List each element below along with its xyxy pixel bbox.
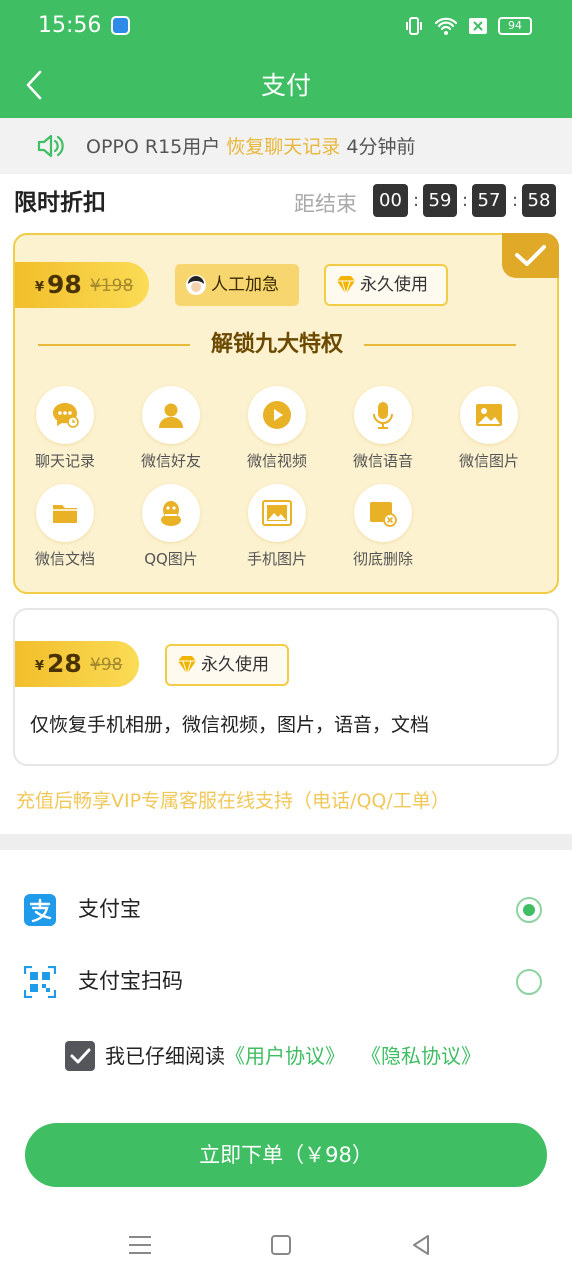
agreement-prefix: 我已仔细阅读 [105, 1044, 225, 1068]
divider-line [364, 344, 516, 346]
home-key-icon[interactable] [266, 1232, 296, 1258]
feature-label: 微信好友 [140, 452, 201, 470]
countdown-sep: : [512, 190, 519, 211]
diamond-icon [337, 276, 355, 295]
feature-label: 微信语音 [352, 452, 413, 470]
alipay-icon [24, 894, 56, 926]
payment-label: 支付宝扫码 [78, 969, 183, 993]
feature-wechat-voice: 微信语音 [338, 386, 428, 476]
radio-alipay[interactable] [516, 897, 542, 923]
vibrate-icon [406, 17, 422, 35]
permanent-use-badge[interactable]: 永久使用 [324, 264, 448, 306]
vip-support-note: 充值后畅享VIP专属客服在线支持（电话/QQ/工单） [16, 790, 450, 812]
gallery-icon [248, 484, 306, 542]
video-play-icon [248, 386, 306, 444]
qr-code-icon [24, 966, 56, 998]
original-price: ¥198 [90, 276, 134, 296]
battery-icon: 94 [498, 17, 532, 35]
feature-chat-records: 聊天记录 [20, 386, 110, 476]
qq-penguin-icon [142, 484, 200, 542]
back-key-icon[interactable] [406, 1232, 436, 1258]
feature-wechat-friends: 微信好友 [126, 386, 216, 476]
feature-permanent-delete: 彻底删除 [338, 484, 428, 574]
feature-wechat-images: 微信图片 [444, 386, 534, 476]
permanent-use-badge[interactable]: 永久使用 [165, 644, 289, 686]
diamond-icon [178, 656, 196, 675]
countdown-minutes: 59 [423, 184, 457, 217]
plan-description: 仅恢复手机相册，微信视频，图片，语音，文档 [30, 714, 430, 736]
price-tag-98: ¥ 98 ¥198 [15, 262, 149, 308]
countdown-seconds: 57 [472, 184, 506, 217]
folder-icon [36, 484, 94, 542]
friend-icon [142, 386, 200, 444]
no-sim-icon [469, 18, 487, 34]
permanent-use-label: 永久使用 [201, 655, 269, 675]
countdown-sep: : [462, 190, 469, 211]
countdown-label: 距结束 [294, 192, 357, 216]
divider-line [38, 344, 190, 346]
feature-label: 手机图片 [246, 550, 307, 568]
delete-file-icon [354, 484, 412, 542]
currency-symbol: ¥ [35, 280, 45, 295]
user-agreement-link[interactable]: 《用户协议》 [225, 1044, 345, 1068]
feature-phone-images: 手机图片 [232, 484, 322, 574]
countdown-sep: : [413, 190, 420, 211]
urgent-manual-label: 人工加急 [211, 275, 279, 295]
plan-card-28[interactable] [13, 608, 559, 766]
notice-action: 恢复聊天记录 [226, 136, 341, 158]
discount-title: 限时折扣 [14, 190, 106, 216]
speaker-icon [37, 134, 64, 158]
feature-label: 聊天记录 [34, 452, 95, 470]
radio-alipay-qr[interactable] [516, 969, 542, 995]
countdown-hours: 00 [373, 184, 408, 217]
feature-label: 微信文档 [34, 550, 95, 568]
place-order-button[interactable]: 立即下单（￥98） [25, 1123, 547, 1187]
app-notification-icon [111, 16, 130, 35]
menu-key-icon[interactable] [125, 1232, 155, 1258]
wifi-icon [434, 17, 458, 35]
feature-label: 微信视频 [246, 452, 307, 470]
feature-qq-images: QQ图片 [126, 484, 216, 574]
person-avatar-icon [186, 275, 206, 295]
privacy-agreement-link[interactable]: 《隐私协议》 [361, 1044, 481, 1068]
section-divider [0, 834, 572, 850]
chat-icon [36, 386, 94, 444]
plan-price: 28 [47, 649, 82, 678]
plan-price: 98 [47, 270, 82, 299]
notice-device: OPPO R15用户 [86, 136, 221, 158]
chevron-left-icon [26, 70, 42, 100]
original-price: ¥98 [90, 655, 123, 675]
agreement-checkbox[interactable] [65, 1041, 95, 1071]
payment-option-alipay-qr[interactable]: 支付宝扫码 [0, 950, 572, 1014]
agreement-text: 我已仔细阅读《用户协议》 《隐私协议》 [105, 1041, 481, 1071]
feature-label: QQ图片 [144, 550, 198, 568]
payment-option-alipay[interactable]: 支付宝 [0, 878, 572, 942]
selected-check-badge [502, 233, 559, 278]
back-button[interactable] [18, 66, 52, 104]
feature-label: 彻底删除 [352, 550, 413, 568]
currency-symbol: ¥ [35, 659, 45, 674]
price-tag-28: ¥ 28 ¥98 [15, 641, 139, 687]
notice-text: OPPO R15用户 恢复聊天记录 4分钟前 [86, 133, 415, 161]
feature-label: 微信图片 [458, 452, 519, 470]
system-status-icons: 94 [404, 14, 532, 38]
urgent-manual-badge[interactable]: 人工加急 [175, 264, 299, 306]
privileges-title: 解锁九大特权 [210, 332, 343, 357]
countdown-ms: 58 [522, 184, 556, 217]
check-icon [515, 245, 546, 266]
status-time: 15:56 [38, 13, 102, 38]
payment-label: 支付宝 [78, 897, 141, 921]
feature-wechat-docs: 微信文档 [20, 484, 110, 574]
notice-time: 4分钟前 [346, 136, 416, 158]
feature-wechat-video: 微信视频 [232, 386, 322, 476]
microphone-icon [354, 386, 412, 444]
image-icon [460, 386, 518, 444]
permanent-use-label: 永久使用 [360, 275, 428, 295]
check-icon [70, 1048, 91, 1064]
